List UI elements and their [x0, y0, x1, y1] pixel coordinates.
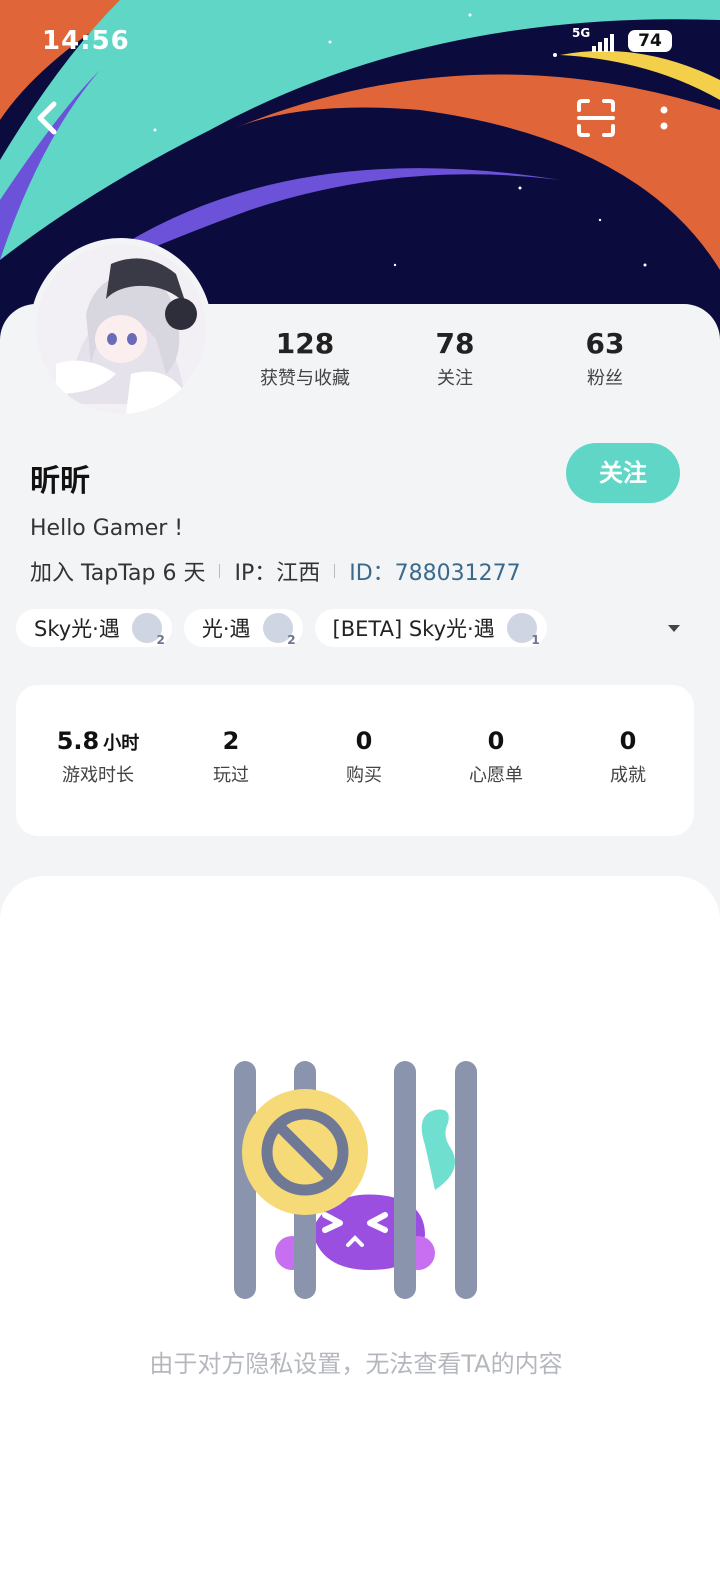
more-options-button[interactable]: [656, 104, 672, 140]
game-stats-card: 5.8 小时 游戏时长 2 玩过 0 购买 0 心愿单 0 成就: [16, 685, 694, 836]
user-id[interactable]: ID：788031277: [349, 555, 520, 587]
stat-achievements[interactable]: 0 成就: [563, 727, 693, 787]
status-time: 14:56: [42, 26, 130, 56]
game-chip-label: 光·遇: [201, 617, 251, 641]
avatar[interactable]: [36, 244, 206, 414]
level-badge-number: 2: [156, 633, 165, 647]
stat-played[interactable]: 2 玩过: [166, 727, 296, 787]
game-chip-label: Sky光·遇: [34, 617, 120, 641]
game-chip[interactable]: 光·遇 2: [183, 609, 303, 647]
stat-purchased[interactable]: 0 购买: [299, 727, 429, 787]
game-chip[interactable]: [BETA] Sky光·遇 1: [314, 609, 547, 647]
stat-value: 128: [275, 327, 335, 360]
ip-location: IP：江西: [234, 561, 321, 586]
stat-label: 获赞与收藏: [260, 368, 350, 389]
divider: [334, 564, 336, 578]
level-badge-number: 2: [287, 633, 296, 647]
stat-label: 游戏时长: [62, 765, 134, 786]
stat-value: 0: [355, 727, 373, 755]
avatar-image: [36, 244, 206, 414]
stat-label: 购买: [346, 765, 382, 786]
stat-value: 63: [585, 327, 625, 360]
level-badge-icon: 2: [262, 613, 296, 647]
network-type: 5G: [572, 26, 591, 40]
stat-value: 5.8 小时: [33, 727, 163, 755]
level-badge-icon: 2: [131, 613, 165, 647]
level-badge-icon: 1: [506, 613, 540, 647]
stat-label: 玩过: [213, 765, 249, 786]
stat-value: 0: [487, 727, 505, 755]
game-chip-row: Sky光·遇 2 光·遇 2 [BETA] Sky光·遇 1: [16, 609, 547, 647]
stat-likes[interactable]: 128 获赞与收藏: [230, 328, 380, 390]
back-button[interactable]: [30, 98, 62, 142]
stat-label: 心愿单: [469, 765, 523, 786]
scan-icon: [577, 99, 615, 137]
profile-bio: Hello Gamer !: [30, 516, 184, 541]
profile-meta: 加入 TapTap 6 天 IP：江西 ID：788031277: [30, 555, 521, 587]
locked-mascot-icon: [234, 1061, 477, 1299]
stat-followers[interactable]: 63 粉丝: [530, 328, 680, 390]
privacy-message: 由于对方隐私设置，无法查看TA的内容: [149, 1350, 563, 1378]
divider: [219, 564, 221, 578]
stat-play-time[interactable]: 5.8 小时 游戏时长: [33, 727, 163, 787]
status-bar: 14:56 5G 74: [0, 0, 720, 80]
more-vertical-icon: [660, 106, 668, 130]
privacy-illustration: [220, 1055, 490, 1309]
battery-indicator: 74: [628, 30, 672, 52]
play-time-unit: 小时: [103, 733, 140, 754]
stat-label: 关注: [437, 368, 473, 389]
stat-value: 0: [619, 727, 637, 755]
game-chip[interactable]: Sky光·遇 2: [16, 609, 172, 647]
stat-value: 2: [222, 727, 240, 755]
profile-name: 昕昕: [30, 464, 90, 499]
stat-label: 粉丝: [587, 368, 623, 389]
follow-button[interactable]: 关注: [566, 443, 680, 503]
caret-down-icon: [668, 625, 680, 632]
stat-following[interactable]: 78 关注: [380, 328, 530, 390]
scan-button[interactable]: [576, 98, 616, 142]
joined-text: 加入 TapTap 6 天: [30, 561, 206, 586]
game-chip-label: [BETA] Sky光·遇: [332, 617, 495, 641]
chevron-left-icon: [37, 101, 57, 135]
play-time-value: 5.8: [56, 727, 100, 755]
level-badge-number: 1: [531, 633, 540, 647]
stat-wishlist[interactable]: 0 心愿单: [431, 727, 561, 787]
expand-chips-button[interactable]: [664, 618, 684, 642]
stat-value: 78: [435, 327, 475, 360]
stat-label: 成就: [610, 765, 646, 786]
